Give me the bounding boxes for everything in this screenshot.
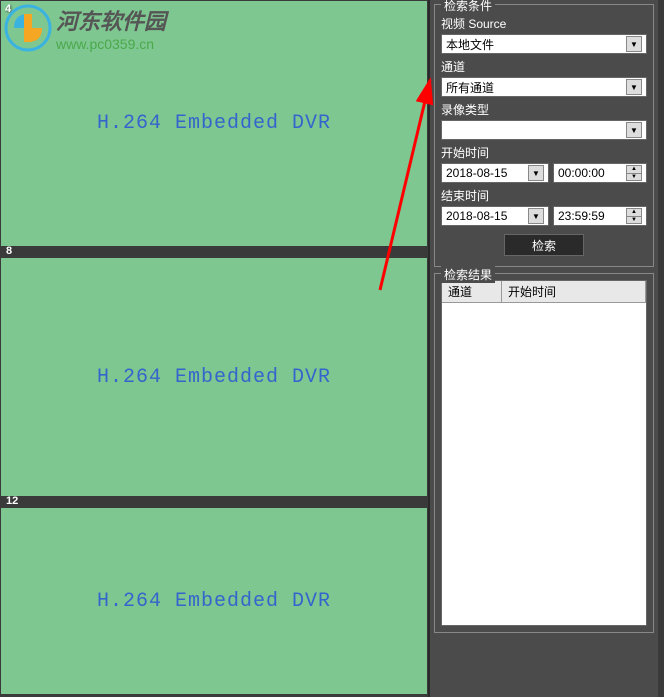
channel-label: 通道 — [441, 58, 647, 75]
tile-number: 12 — [6, 495, 18, 507]
watermark-url: www.pc0359.cn — [56, 36, 166, 52]
watermark-brand: 河东软件园 — [56, 4, 166, 36]
search-button[interactable]: 检索 — [504, 234, 584, 256]
chevron-down-icon: ▼ — [626, 36, 642, 52]
time-value: 00:00:00 — [558, 166, 605, 180]
end-time-input[interactable]: 23:59:59 ▲▼ — [553, 206, 647, 226]
search-results-fieldset: 检索结果 通道 开始时间 — [434, 273, 654, 633]
tile-number: 8 — [6, 245, 12, 257]
chevron-down-icon: ▼ — [528, 208, 544, 224]
table-header: 通道 开始时间 — [442, 281, 646, 303]
record-type-label: 录像类型 — [441, 101, 647, 118]
start-time-label: 开始时间 — [441, 144, 647, 161]
chevron-down-icon: ▼ — [626, 79, 642, 95]
divider: 12 — [0, 497, 428, 507]
end-time-label: 结束时间 — [441, 187, 647, 204]
channel-dropdown[interactable]: 所有通道 ▼ — [441, 77, 647, 97]
end-date-picker[interactable]: 2018-08-15 ▼ — [441, 206, 549, 226]
column-start-time[interactable]: 开始时间 — [502, 281, 646, 302]
video-tile-8[interactable]: H.264 Embedded DVR — [0, 257, 428, 497]
column-channel[interactable]: 通道 — [442, 281, 502, 302]
dropdown-value: 本地文件 — [446, 36, 494, 53]
search-conditions-fieldset: 检索条件 视频 Source 本地文件 ▼ 通道 所有通道 ▼ 录像类型 ▼ 开… — [434, 4, 654, 267]
date-value: 2018-08-15 — [446, 166, 507, 180]
fieldset-legend: 检索条件 — [441, 0, 495, 14]
dvr-label: H.264 Embedded DVR — [97, 590, 331, 613]
results-table[interactable]: 通道 开始时间 — [441, 280, 647, 626]
divider: 8 — [0, 247, 428, 257]
start-date-picker[interactable]: 2018-08-15 ▼ — [441, 163, 549, 183]
source-dropdown[interactable]: 本地文件 ▼ — [441, 34, 647, 54]
video-grid: 河东软件园 www.pc0359.cn 4 H.264 Embedded DVR… — [0, 0, 428, 697]
record-type-dropdown[interactable]: ▼ — [441, 120, 647, 140]
chevron-down-icon: ▼ — [528, 165, 544, 181]
spinner-icon[interactable]: ▲▼ — [626, 165, 642, 181]
date-value: 2018-08-15 — [446, 209, 507, 223]
spinner-icon[interactable]: ▲▼ — [626, 208, 642, 224]
chevron-down-icon: ▼ — [626, 122, 642, 138]
fieldset-legend: 检索结果 — [441, 266, 495, 283]
logo-icon — [4, 4, 52, 52]
video-tile-12[interactable]: H.264 Embedded DVR — [0, 507, 428, 695]
dropdown-value: 所有通道 — [446, 79, 494, 96]
time-value: 23:59:59 — [558, 209, 605, 223]
dvr-label: H.264 Embedded DVR — [97, 112, 331, 135]
source-label: 视频 Source — [441, 15, 647, 32]
start-time-input[interactable]: 00:00:00 ▲▼ — [553, 163, 647, 183]
dvr-label: H.264 Embedded DVR — [97, 366, 331, 389]
watermark: 河东软件园 www.pc0359.cn — [4, 4, 166, 52]
search-panel: 检索条件 视频 Source 本地文件 ▼ 通道 所有通道 ▼ 录像类型 ▼ 开… — [428, 0, 658, 697]
